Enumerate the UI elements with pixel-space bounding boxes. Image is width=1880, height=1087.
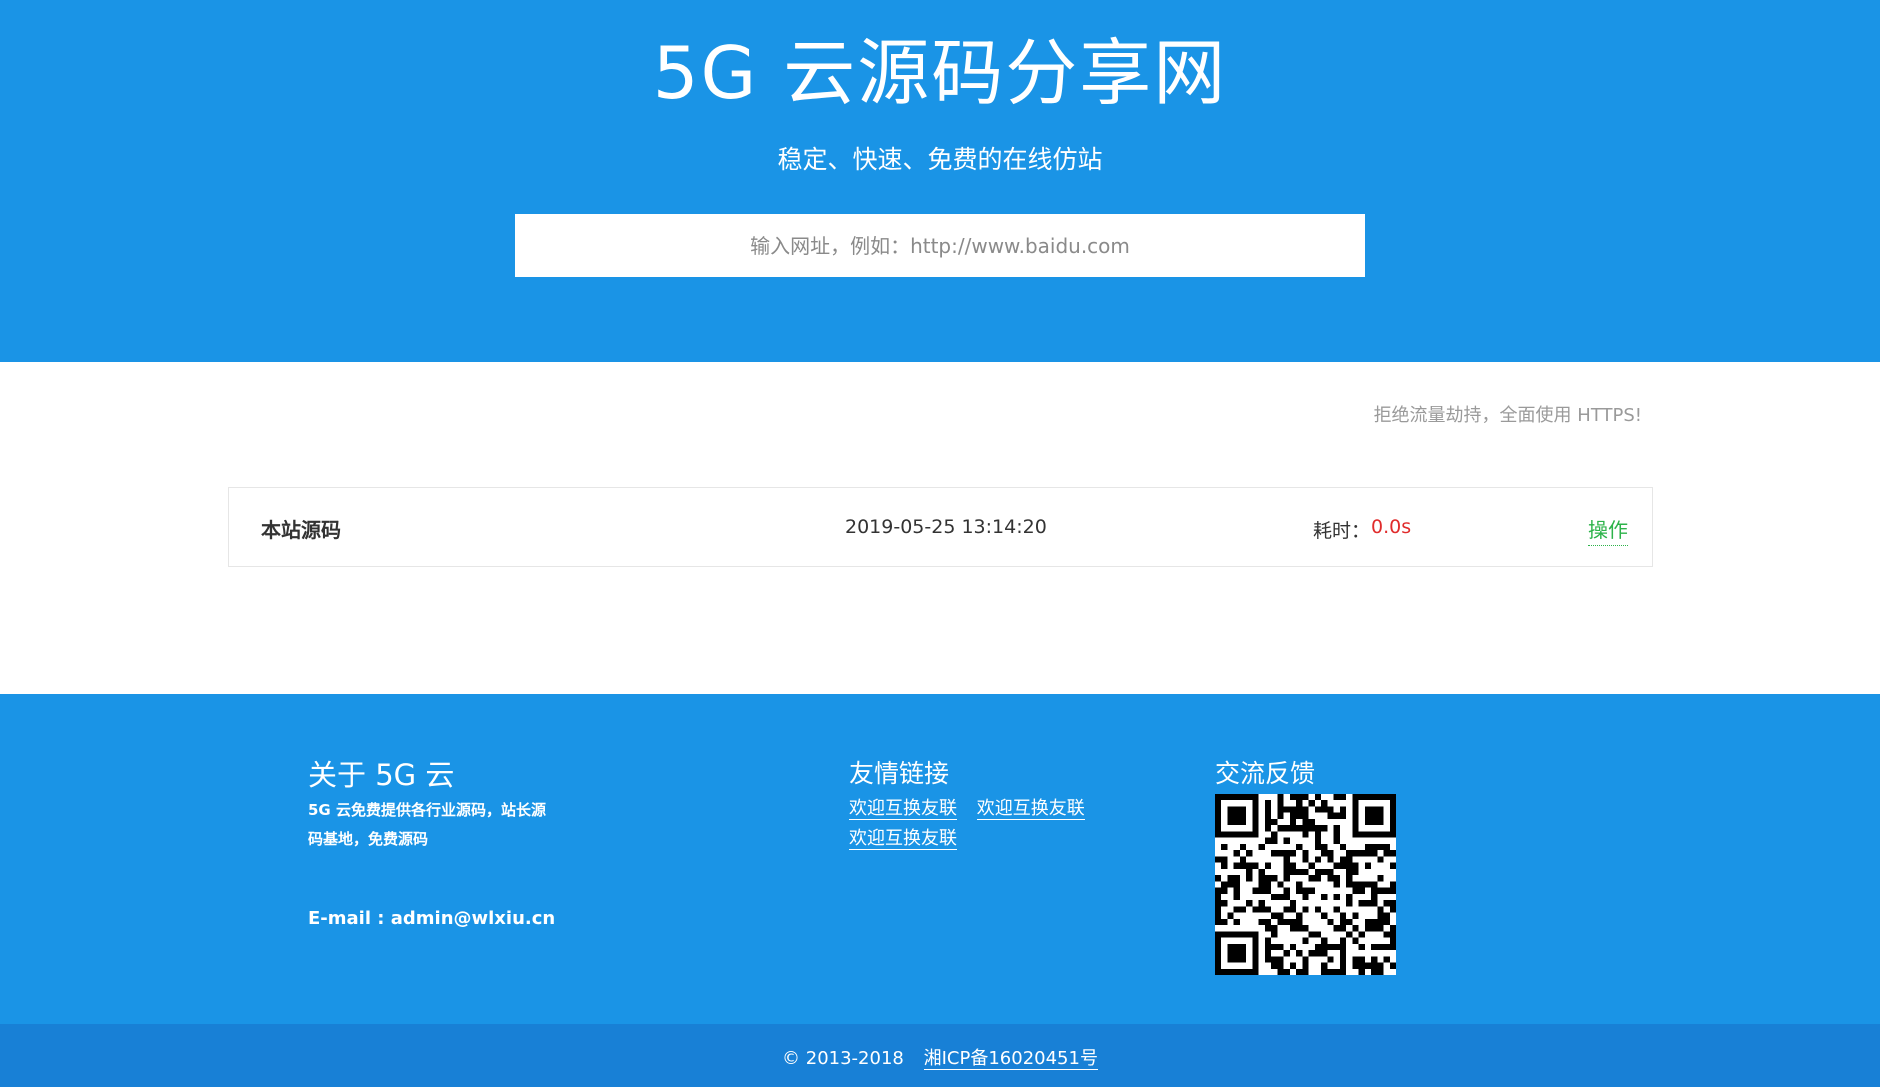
copyright: © 2013-2018 湘ICP备16020451号 <box>0 1044 1880 1070</box>
friend-link[interactable]: 欢迎互换友联 <box>849 798 957 820</box>
qr-code-icon <box>1215 794 1396 975</box>
url-input[interactable] <box>515 214 1365 277</box>
copyright-text: © 2013-2018 <box>782 1048 904 1069</box>
duration-value: 0.0s <box>1371 516 1412 538</box>
bottom-bar: © 2013-2018 湘ICP备16020451号 <box>0 1024 1880 1087</box>
record-date: 2019-05-25 13:14:20 <box>845 516 1047 538</box>
friend-link[interactable]: 欢迎互换友联 <box>849 828 957 850</box>
feedback-title: 交流反馈 <box>1215 759 1316 788</box>
site-subtitle: 稳定、快速、免费的在线仿站 <box>777 145 1103 174</box>
friend-links-list: 欢迎互换友联 欢迎互换友联 欢迎互换友联 <box>849 794 1109 854</box>
site-title: 5G 云源码分享网 <box>652 31 1228 115</box>
about-text: 5G 云免费提供各行业源码，站长源码基地，免费源码 <box>308 801 546 848</box>
about-title: 关于 5G 云 <box>308 758 455 792</box>
hero-banner: 5G 云源码分享网 稳定、快速、免费的在线仿站 <box>0 0 1880 362</box>
https-notice: 拒绝流量劫持，全面使用 HTTPS! <box>1373 405 1642 426</box>
record-name: 本站源码 <box>261 518 341 542</box>
record-row: 本站源码 2019-05-25 13:14:20 耗时： 0.0s 操作 <box>228 487 1653 567</box>
icp-link[interactable]: 湘ICP备16020451号 <box>923 1048 1098 1070</box>
friend-link[interactable]: 欢迎互换友联 <box>976 798 1085 820</box>
friend-links-title: 友情链接 <box>849 759 950 788</box>
footer: 关于 5G 云 5G 云免费提供各行业源码，站长源码基地，免费源码 E-mail… <box>0 694 1880 1024</box>
action-link[interactable]: 操作 <box>1588 514 1628 546</box>
contact-email: E-mail : admin@wlxiu.cn <box>308 908 556 929</box>
duration-label: 耗时： <box>1313 520 1371 542</box>
